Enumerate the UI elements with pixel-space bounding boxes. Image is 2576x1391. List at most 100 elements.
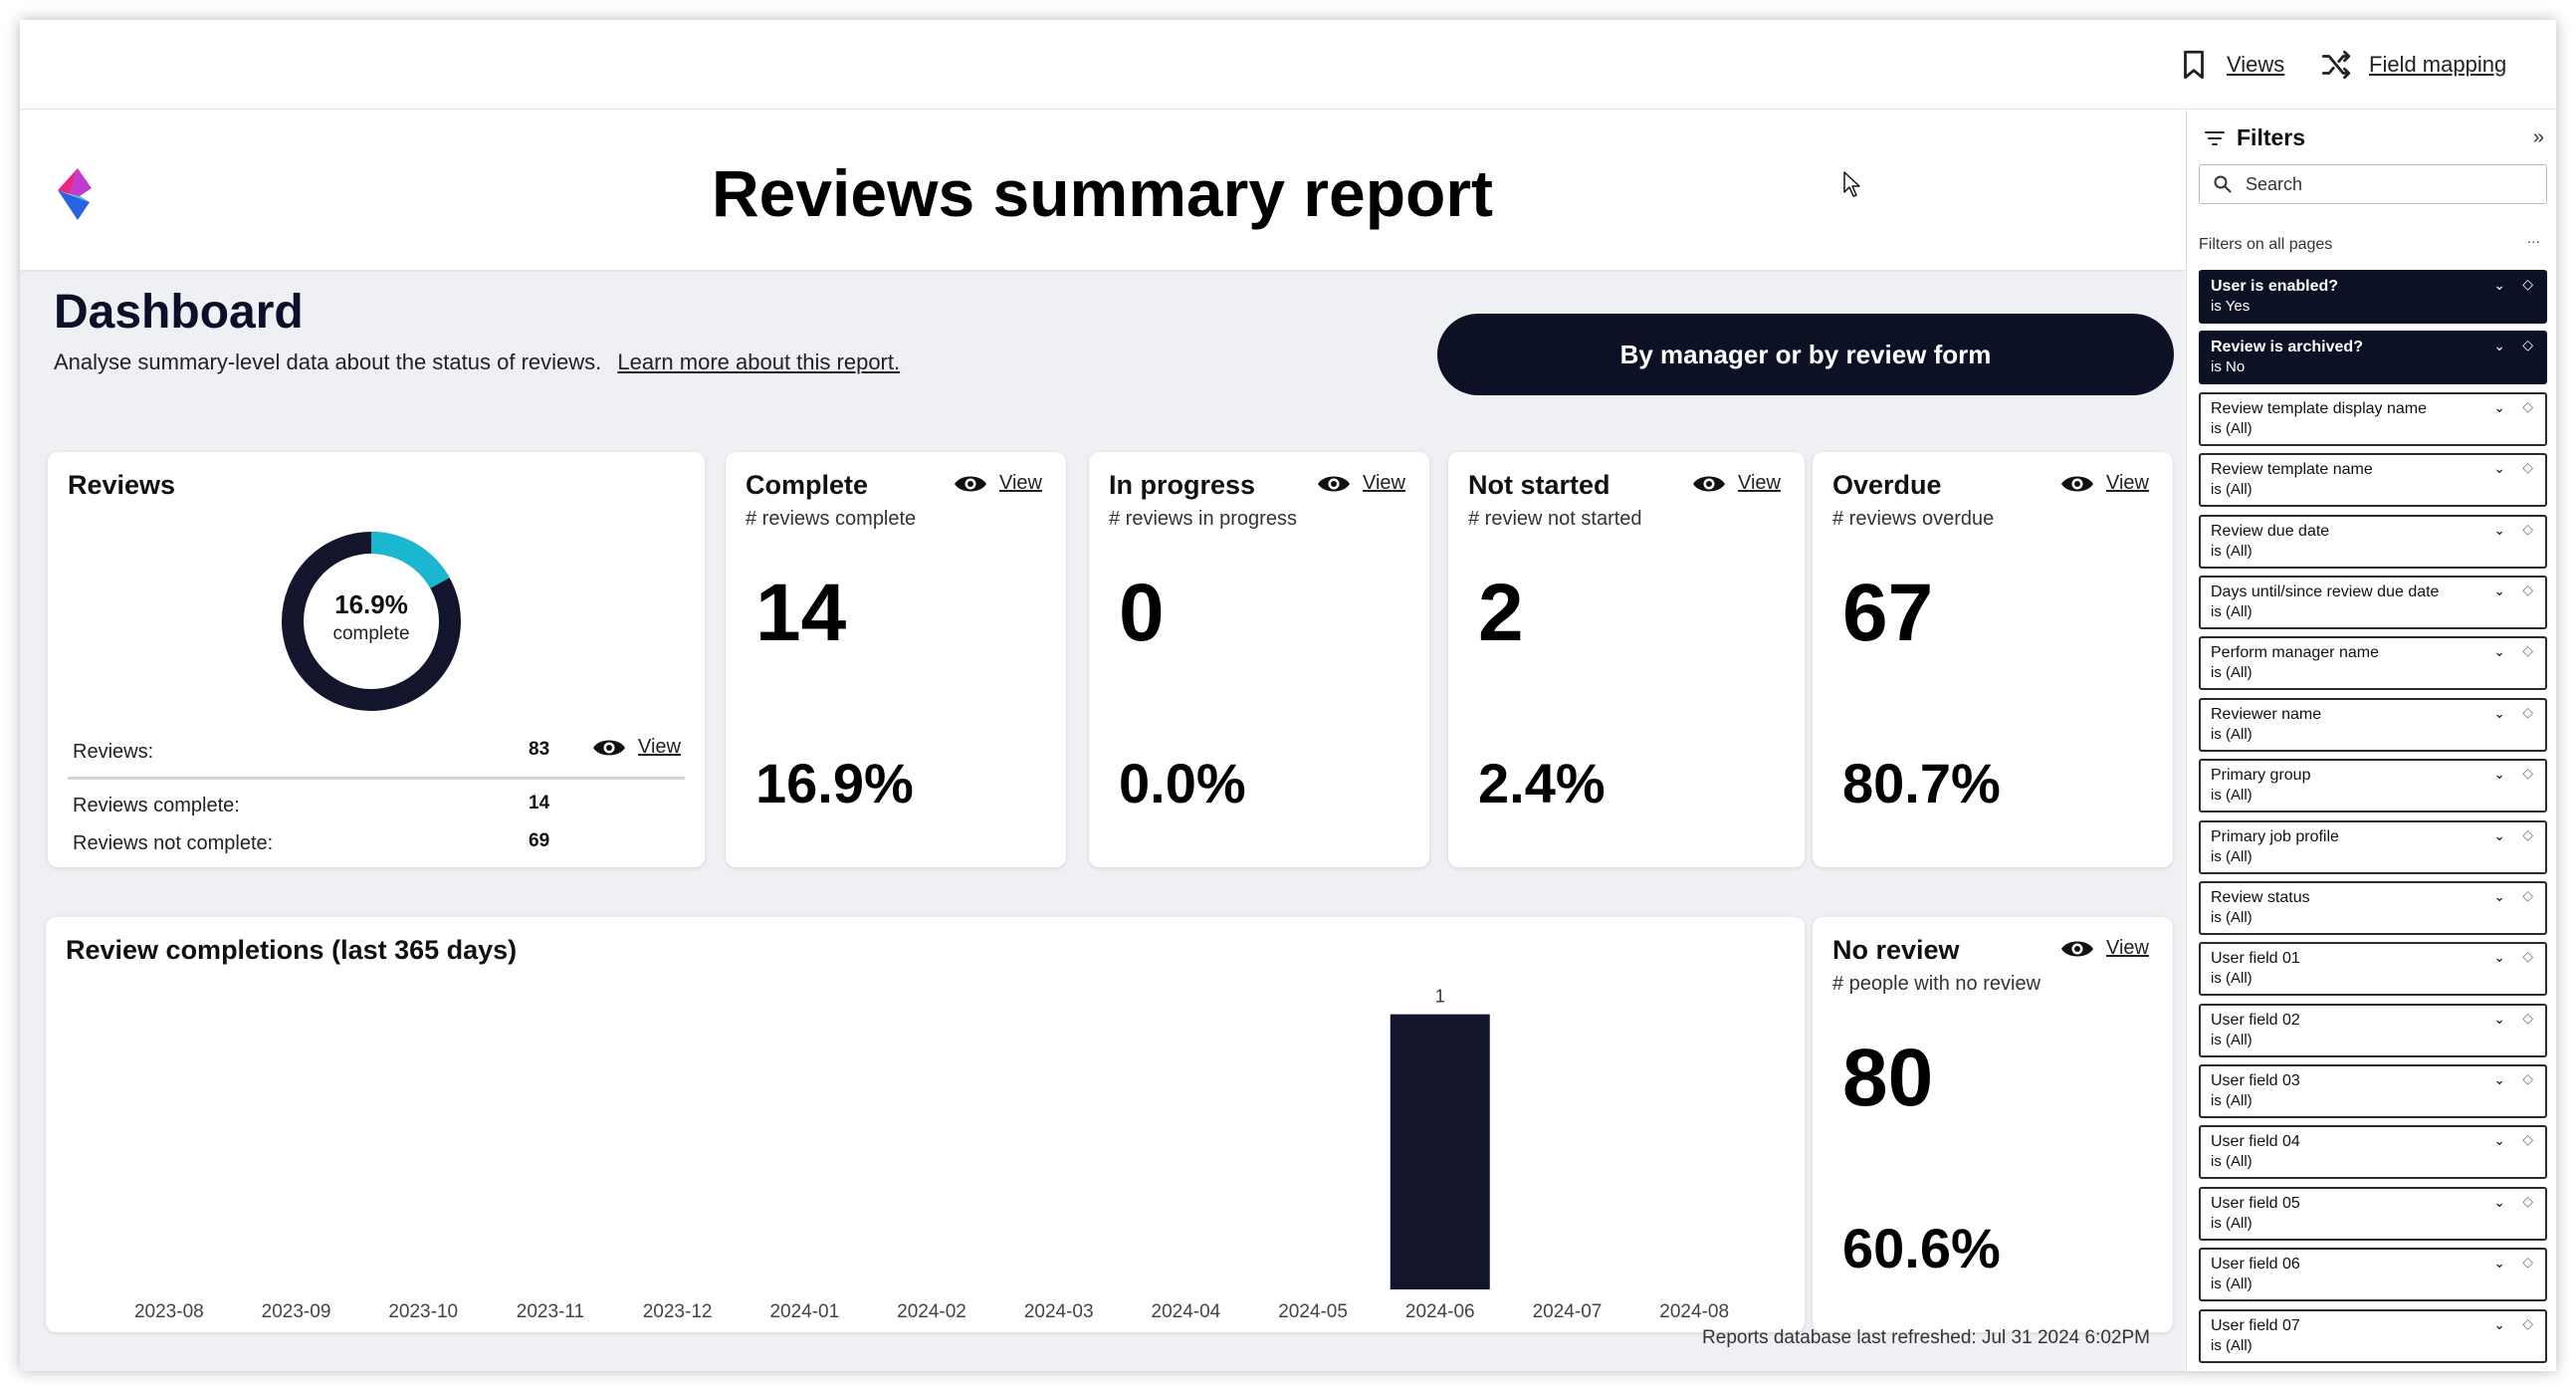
clear-filter-icon[interactable]: ◇: [2522, 398, 2533, 415]
eye-icon: [1318, 476, 1350, 491]
not-started-view-link[interactable]: View: [1692, 472, 1781, 495]
x-tick-label: 2024-07: [1533, 1301, 1603, 1322]
filter-card[interactable]: User field 06 is (All) ⌄ ◇: [2199, 1248, 2547, 1302]
chevron-down-icon[interactable]: ⌄: [2493, 338, 2505, 354]
app-window: Views Field mapping Reviews summary repo…: [20, 20, 2556, 1371]
eye-icon: [593, 740, 625, 755]
search-placeholder: Search: [2246, 173, 2303, 194]
complete-view-link[interactable]: View: [954, 472, 1042, 495]
filter-card[interactable]: Review is archived? is No ⌄ ◇: [2199, 331, 2547, 385]
filter-card[interactable]: Review template name is (All) ⌄ ◇: [2199, 453, 2547, 508]
collapse-pane-button[interactable]: »: [2533, 126, 2544, 149]
chart-plot: 2023-08 2023-09 2023-10 2023-11 2023-12 2024-…: [134, 987, 1729, 1322]
reviews-card: Reviews 16.9% complete Reviews: 83 View …: [48, 452, 705, 867]
clear-filter-icon[interactable]: ◇: [2522, 704, 2533, 721]
chevron-down-icon[interactable]: ⌄: [2493, 460, 2505, 477]
chevron-down-icon[interactable]: ⌄: [2493, 1316, 2505, 1333]
chevron-down-icon[interactable]: ⌄: [2493, 1132, 2505, 1149]
kpi-subtitle: # reviews complete: [746, 508, 917, 530]
kpi-title: Overdue: [1832, 470, 1942, 500]
clear-filter-icon[interactable]: ◇: [2522, 948, 2533, 965]
more-options-button[interactable]: ...: [2527, 230, 2540, 248]
field-mapping-button[interactable]: Field mapping: [2319, 48, 2506, 82]
chevron-down-icon[interactable]: ⌄: [2493, 277, 2505, 294]
clear-filter-icon[interactable]: ◇: [2522, 1010, 2533, 1027]
clear-filter-icon[interactable]: ◇: [2522, 1254, 2533, 1271]
kpi-value: 0: [1119, 568, 1165, 658]
clear-filter-icon[interactable]: ◇: [2522, 1315, 2533, 1332]
chevron-down-icon[interactable]: ⌄: [2493, 522, 2505, 539]
filter-value: is (All): [2211, 1214, 2253, 1232]
kpi-subtitle: # reviews overdue: [1832, 508, 1995, 530]
chevron-down-icon[interactable]: ⌄: [2493, 827, 2505, 844]
no-review-view-link[interactable]: View: [2060, 937, 2149, 960]
filter-card[interactable]: User field 03 is (All) ⌄ ◇: [2199, 1064, 2547, 1119]
clear-filter-icon[interactable]: ◇: [2522, 521, 2533, 538]
kpi-percent: 0.0%: [1119, 752, 1246, 814]
chevron-down-icon[interactable]: ⌄: [2493, 949, 2505, 966]
clear-filter-icon[interactable]: ◇: [2522, 1131, 2533, 1148]
dashboard-subtitle: Analyse summary-level data about the sta…: [54, 349, 900, 375]
mouse-cursor-icon: [1843, 171, 1860, 197]
filter-card[interactable]: User field 04 is (All) ⌄ ◇: [2199, 1125, 2547, 1180]
x-tick-label: 2023-10: [388, 1301, 458, 1322]
filter-card[interactable]: User field 07 is (All) ⌄ ◇: [2199, 1308, 2547, 1363]
clear-filter-icon[interactable]: ◇: [2522, 887, 2533, 904]
clear-filter-icon[interactable]: ◇: [2522, 337, 2533, 353]
kpi-value: 2: [1478, 568, 1524, 658]
kpi-percent: 16.9%: [755, 752, 914, 814]
x-tick-label: 2024-03: [1024, 1301, 1094, 1322]
chevron-down-icon[interactable]: ⌄: [2493, 643, 2505, 660]
filter-card[interactable]: Days until/since review due date is (All)…: [2199, 575, 2547, 629]
views-button[interactable]: Views: [2177, 48, 2284, 82]
filter-card[interactable]: Reviewer name is (All) ⌄ ◇: [2199, 697, 2547, 752]
filter-value: is (All): [2211, 970, 2253, 988]
filter-card[interactable]: User field 05 is (All) ⌄ ◇: [2199, 1186, 2547, 1241]
chevron-down-icon[interactable]: ⌄: [2493, 399, 2505, 416]
chevron-down-icon[interactable]: ⌄: [2493, 1255, 2505, 1272]
clear-filter-icon[interactable]: ◇: [2522, 1193, 2533, 1210]
chevron-down-icon[interactable]: ⌄: [2493, 766, 2505, 783]
filter-card[interactable]: Primary group is (All) ⌄ ◇: [2199, 759, 2547, 813]
clear-filter-icon[interactable]: ◇: [2522, 459, 2533, 476]
filter-card[interactable]: Review due date is (All) ⌄ ◇: [2199, 514, 2547, 569]
clear-filter-icon[interactable]: ◇: [2522, 581, 2533, 598]
chevron-down-icon[interactable]: ⌄: [2493, 582, 2505, 599]
clear-filter-icon[interactable]: ◇: [2522, 276, 2533, 293]
filter-value: is (All): [2211, 1031, 2253, 1048]
x-tick-label: 2023-12: [643, 1301, 713, 1322]
chevron-down-icon[interactable]: ⌄: [2493, 1011, 2505, 1028]
filter-card[interactable]: Review status is (All) ⌄ ◇: [2199, 880, 2547, 935]
learn-more-link[interactable]: Learn more about this report.: [617, 349, 900, 374]
filter-card[interactable]: User is enabled? is Yes ⌄ ◇: [2199, 270, 2547, 324]
filters-scope-label: Filters on all pages: [2199, 236, 2333, 253]
filter-icon: [2205, 130, 2225, 145]
clear-filter-icon[interactable]: ◇: [2522, 765, 2533, 782]
filter-value: is (All): [2211, 1092, 2253, 1110]
filter-value: is (All): [2211, 725, 2253, 743]
filter-search-input[interactable]: Search: [2199, 164, 2547, 204]
clear-filter-icon[interactable]: ◇: [2522, 1070, 2533, 1087]
clear-filter-icon[interactable]: ◇: [2522, 642, 2533, 659]
kpi-card-in-progress: In progress # reviews in progress View 0…: [1089, 452, 1429, 867]
filter-card[interactable]: Primary job profile is (All) ⌄ ◇: [2199, 819, 2547, 874]
dashboard-subtitle-text: Analyse summary-level data about the sta…: [54, 349, 602, 374]
kpi-value: 80: [1842, 1033, 1934, 1123]
search-icon: [2214, 175, 2232, 193]
chart-bar[interactable]: [1390, 1014, 1490, 1289]
filters-header: Filters: [2205, 124, 2305, 151]
chevron-down-icon[interactable]: ⌄: [2493, 705, 2505, 722]
reviews-view-link[interactable]: View: [592, 736, 681, 759]
bookmark-icon: [2184, 50, 2204, 80]
chevron-down-icon[interactable]: ⌄: [2493, 1194, 2505, 1211]
by-manager-button[interactable]: By manager or by review form: [1437, 314, 2174, 395]
filter-card[interactable]: Review template display name is (All) ⌄ ◇: [2199, 391, 2547, 446]
chevron-down-icon[interactable]: ⌄: [2493, 1071, 2505, 1088]
chevron-down-icon[interactable]: ⌄: [2493, 888, 2505, 905]
filter-card[interactable]: Perform manager name is (All) ⌄ ◇: [2199, 636, 2547, 691]
overdue-view-link[interactable]: View: [2060, 472, 2149, 495]
clear-filter-icon[interactable]: ◇: [2522, 826, 2533, 843]
filter-card[interactable]: User field 02 is (All) ⌄ ◇: [2199, 1003, 2547, 1057]
filter-card[interactable]: User field 01 is (All) ⌄ ◇: [2199, 942, 2547, 997]
in-progress-view-link[interactable]: View: [1317, 472, 1405, 495]
